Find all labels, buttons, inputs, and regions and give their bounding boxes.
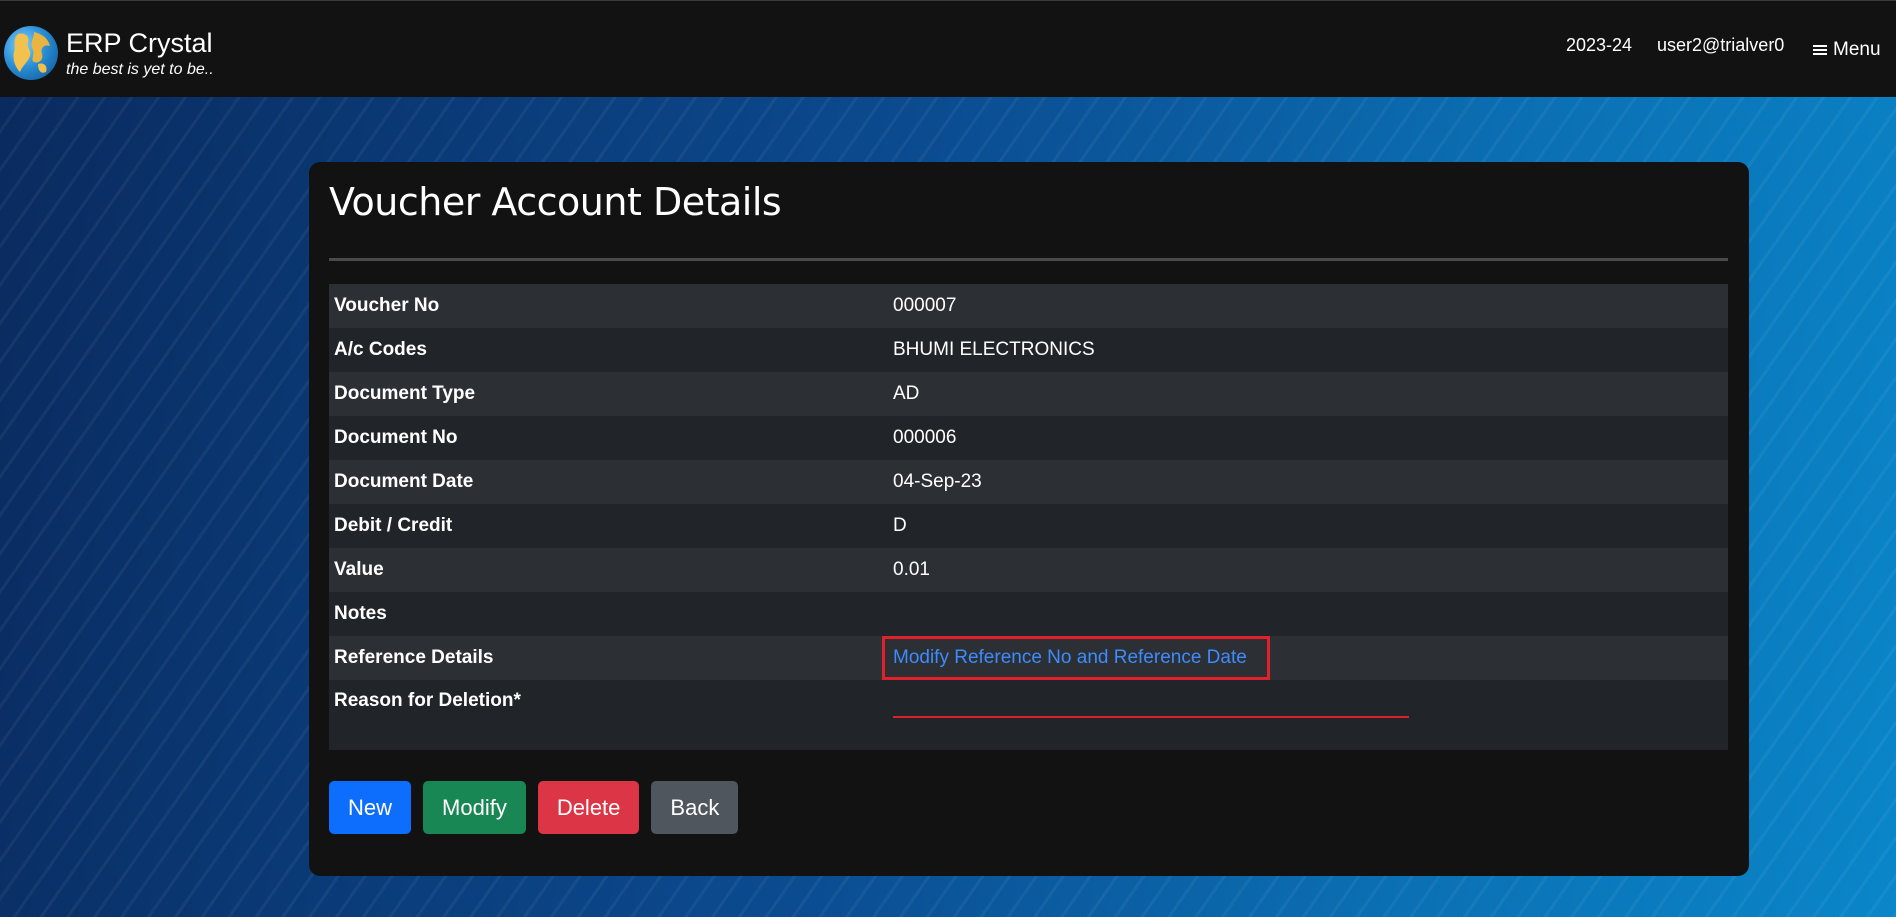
row-label: Document Type [329, 372, 888, 416]
top-navbar: ERP Crystal the best is yet to be.. 2023… [0, 0, 1896, 97]
row-value: 04-Sep-23 [888, 460, 1728, 504]
menu-button[interactable]: Menu [1813, 39, 1881, 61]
table-row: Document Date 04-Sep-23 [329, 460, 1728, 504]
hamburger-icon [1813, 44, 1827, 56]
delete-button[interactable]: Delete [537, 781, 640, 834]
row-value: 000006 [888, 416, 1728, 460]
row-value: BHUMI ELECTRONICS [888, 328, 1728, 372]
row-label: Document Date [329, 460, 888, 504]
row-value: D [888, 504, 1728, 548]
table-row: Document No 000006 [329, 416, 1728, 460]
row-label: Document No [329, 416, 888, 460]
row-value: Modify Reference No and Reference Date [882, 636, 1728, 680]
action-buttons: New Modify Delete Back [329, 781, 739, 834]
row-label: Value [329, 548, 888, 592]
row-label: Notes [329, 592, 888, 636]
table-row: Reference Details Modify Reference No an… [329, 636, 1728, 680]
menu-label: Menu [1833, 39, 1881, 60]
brand-tagline: the best is yet to be.. [66, 61, 214, 78]
modify-reference-link[interactable]: Modify Reference No and Reference Date [882, 636, 1270, 680]
brand-name[interactable]: ERP Crystal [66, 27, 213, 59]
title-divider [329, 258, 1728, 261]
row-label: A/c Codes [329, 328, 888, 372]
financial-year[interactable]: 2023-24 [1566, 35, 1632, 56]
row-value: 0.01 [888, 548, 1728, 592]
row-value [888, 680, 1728, 750]
table-row: Debit / Credit D [329, 504, 1728, 548]
voucher-details-card: Voucher Account Details Voucher No 00000… [309, 162, 1749, 876]
back-button[interactable]: Back [651, 781, 739, 834]
row-label: Voucher No [329, 284, 888, 328]
globe-logo-icon[interactable] [4, 26, 58, 80]
row-value: AD [888, 372, 1728, 416]
row-value [888, 592, 1728, 636]
table-row: A/c Codes BHUMI ELECTRONICS [329, 328, 1728, 372]
modify-button[interactable]: Modify [423, 781, 526, 834]
table-row: Voucher No 000007 [329, 284, 1728, 328]
new-button[interactable]: New [329, 781, 412, 834]
user-name[interactable]: user2@trialver0 [1657, 35, 1784, 56]
table-row: Value 0.01 [329, 548, 1728, 592]
row-value: 000007 [888, 284, 1728, 328]
row-label: Reason for Deletion* [329, 680, 888, 750]
reason-for-deletion-input[interactable] [893, 694, 1409, 718]
page-title: Voucher Account Details [329, 180, 782, 224]
table-row: Document Type AD [329, 372, 1728, 416]
row-label: Reference Details [329, 636, 888, 680]
row-label: Debit / Credit [329, 504, 888, 548]
table-row: Reason for Deletion* [329, 680, 1728, 750]
table-row: Notes [329, 592, 1728, 636]
details-table: Voucher No 000007 A/c Codes BHUMI ELECTR… [329, 284, 1728, 750]
